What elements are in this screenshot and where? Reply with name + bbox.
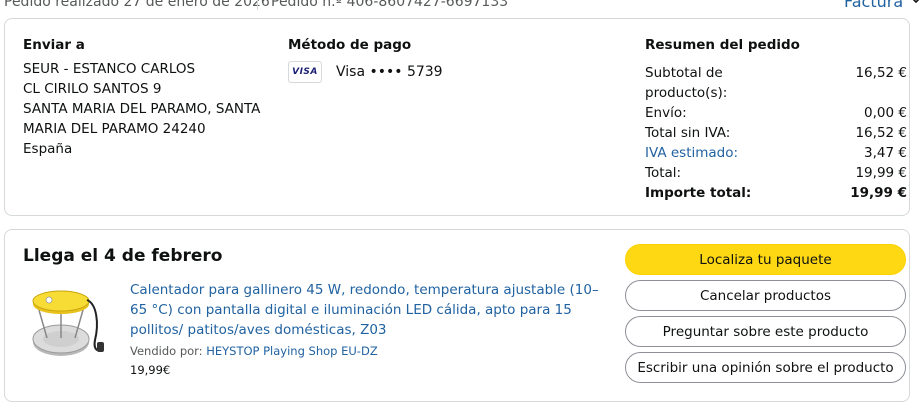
summary-row-grand-total: Importe total: 19,99 €	[645, 183, 907, 203]
cancel-items-button[interactable]: Cancelar productos	[625, 280, 906, 311]
order-summary: Subtotal de producto(s): 16,52 € Envío: …	[645, 63, 907, 203]
product-title-link[interactable]: Calentador para gallinero 45 W, redondo,…	[130, 280, 600, 340]
payment-method: VISA Visa •••• 5739	[288, 61, 443, 83]
summary-row-shipping: Envío: 0,00 €	[645, 103, 907, 123]
summary-row-vat: IVA estimado: 3,47 €	[645, 143, 907, 163]
summary-label: Total sin IVA:	[645, 125, 731, 141]
address-line: MARIA DEL PARAMO 24240	[23, 121, 206, 137]
summary-value: 3,47 €	[864, 145, 907, 161]
order-date: Pedido realizado 27 de enero de 2026	[4, 0, 270, 10]
address-line: SEUR - ESTANCO CARLOS	[23, 61, 196, 77]
payment-title: Método de pago	[288, 37, 412, 53]
invoice-label: Factura	[844, 0, 904, 11]
write-review-button[interactable]: Escribir una opinión sobre el producto	[625, 352, 906, 383]
summary-row-total: Total: 19,99 €	[645, 163, 907, 183]
address-line: SANTA MARIA DEL PARAMO, SANTA	[23, 101, 261, 117]
product-image[interactable]	[25, 280, 109, 364]
summary-value: 19,99 €	[850, 185, 907, 201]
card-text: Visa •••• 5739	[336, 64, 443, 80]
header-divider	[257, 0, 258, 10]
delivery-date-title: Llega el 4 de febrero	[23, 246, 223, 266]
summary-label: Envío:	[645, 105, 687, 121]
summary-label: Subtotal de producto(s):	[645, 65, 728, 101]
summary-value: 0,00 €	[864, 105, 907, 121]
visa-card-icon: VISA	[288, 61, 322, 83]
summary-label: Importe total:	[645, 185, 752, 201]
ask-product-question-button[interactable]: Preguntar sobre este producto	[625, 316, 906, 347]
invoice-link[interactable]: Factura	[844, 0, 921, 11]
order-number: Pedido n.º 406-8607427-6697133	[271, 0, 509, 10]
summary-value: 16,52 €	[855, 125, 907, 141]
track-package-button[interactable]: Localiza tu paquete	[625, 244, 906, 275]
summary-value: 16,52 €	[855, 65, 907, 81]
seller-link[interactable]: HEYSTOP Playing Shop EU-DZ	[206, 344, 377, 358]
address-line: España	[23, 141, 73, 157]
order-header: Pedido realizado 27 de enero de 2026 Ped…	[0, 0, 924, 14]
shipping-title: Enviar a	[23, 37, 85, 53]
chevron-down-icon	[913, 0, 920, 4]
sold-by-label: Vendido por:	[130, 344, 203, 358]
summary-row-total-no-vat: Total sin IVA: 16,52 €	[645, 123, 907, 143]
order-details-card: Enviar a SEUR - ESTANCO CARLOS CL CIRILO…	[4, 18, 910, 216]
product-price: 19,99€	[130, 363, 171, 377]
vat-estimate-link[interactable]: IVA estimado:	[645, 143, 785, 163]
summary-title: Resumen del pedido	[645, 37, 800, 53]
shipment-card: Llega el 4 de febrero Calentador para ga…	[4, 229, 910, 402]
shipping-address: SEUR - ESTANCO CARLOS CL CIRILO SANTOS 9…	[23, 59, 273, 159]
address-line: CL CIRILO SANTOS 9	[23, 81, 162, 97]
summary-value: 19,99 €	[855, 165, 907, 181]
summary-row-subtotal: Subtotal de producto(s): 16,52 €	[645, 63, 907, 103]
summary-label: Total:	[645, 165, 682, 181]
seller-info: Vendido por: HEYSTOP Playing Shop EU-DZ	[130, 344, 378, 358]
